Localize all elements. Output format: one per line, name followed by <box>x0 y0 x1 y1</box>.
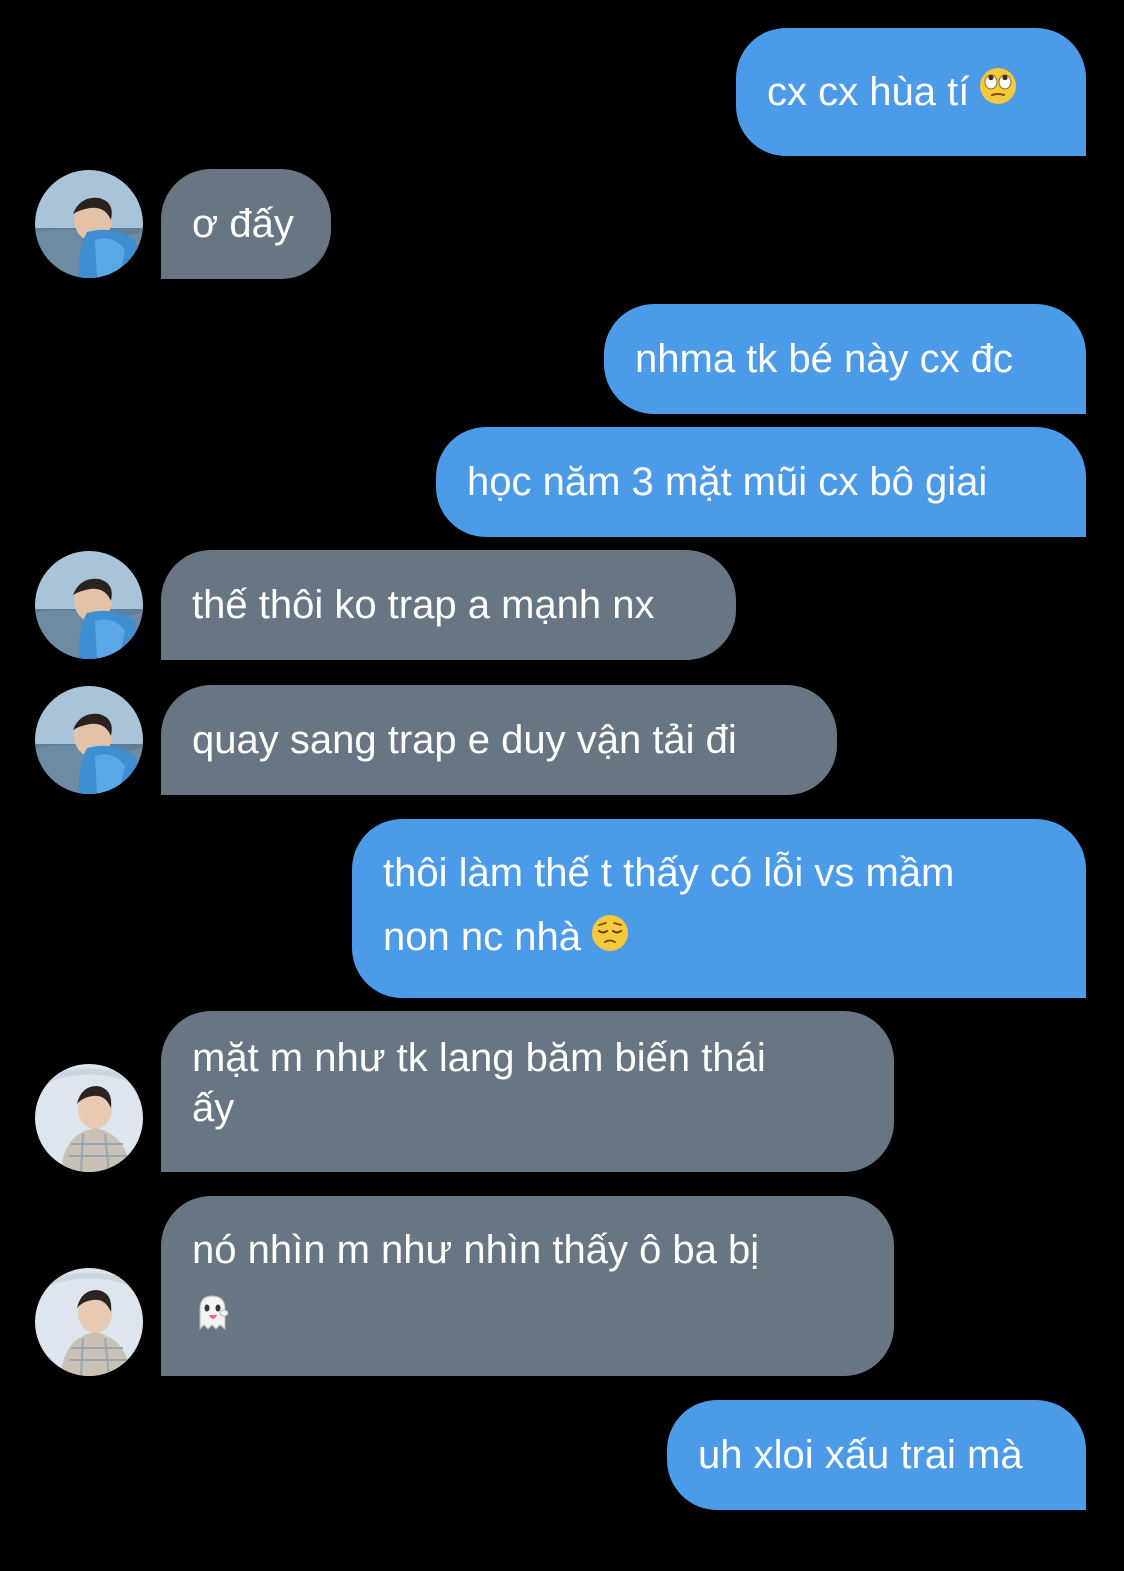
message-text: cx cx hùa tí <box>767 70 970 114</box>
avatar[interactable] <box>35 1268 143 1376</box>
chat-thread: cx cx hùa tí ơ đấy nhma tk bé này cx đc … <box>0 0 1124 1571</box>
avatar[interactable] <box>35 170 143 278</box>
message-bubble-incoming[interactable]: nó nhìn m như nhìn thấy ô ba bị <box>161 1196 894 1376</box>
message-bubble-outgoing[interactable]: nhma tk bé này cx đc <box>604 304 1086 414</box>
message-bubble-outgoing[interactable]: uh xloi xấu trai mà <box>667 1400 1086 1510</box>
message-bubble-outgoing[interactable]: học năm 3 mặt mũi cx bô giai <box>436 427 1086 537</box>
message-bubble-incoming[interactable]: quay sang trap e duy vận tải đi <box>161 685 837 795</box>
face-with-rolling-eyes-icon <box>979 60 1017 124</box>
pensive-face-icon <box>591 907 629 971</box>
message-bubble-incoming[interactable]: thế thôi ko trap a mạnh nx <box>161 550 736 660</box>
message-bubble-incoming[interactable]: ơ đấy <box>161 169 331 279</box>
message-text: nhma tk bé này cx đc <box>635 337 1013 381</box>
message-text: quay sang trap e duy vận tải đi <box>192 718 737 762</box>
message-text: thế thôi ko trap a mạnh nx <box>192 583 655 627</box>
message-text: uh xloi xấu trai mà <box>698 1433 1023 1477</box>
ghost-icon <box>192 1288 232 1352</box>
avatar[interactable] <box>35 551 143 659</box>
message-text: ơ đấy <box>192 202 294 246</box>
message-text-line: mặt m như tk lang băm biến thái <box>192 1036 766 1080</box>
avatar[interactable] <box>35 1064 143 1172</box>
message-text-line: nó nhìn m như nhìn thấy ô ba bị <box>192 1228 760 1272</box>
message-text: học năm 3 mặt mũi cx bô giai <box>467 460 988 504</box>
message-text-line: non nc nhà <box>383 905 1055 971</box>
message-bubble-outgoing[interactable]: cx cx hùa tí <box>736 28 1086 156</box>
message-emoji-line <box>192 1282 863 1352</box>
message-bubble-incoming[interactable]: mặt m như tk lang băm biến thái ấy <box>161 1011 894 1172</box>
message-text-line: ấy <box>192 1086 235 1130</box>
avatar[interactable] <box>35 686 143 794</box>
message-text: non nc nhà <box>383 915 581 959</box>
message-bubble-outgoing[interactable]: thôi làm thế t thấy có lỗi vs mầm non nc… <box>352 819 1086 998</box>
message-text-line: thôi làm thế t thấy có lỗi vs mầm <box>383 851 955 895</box>
